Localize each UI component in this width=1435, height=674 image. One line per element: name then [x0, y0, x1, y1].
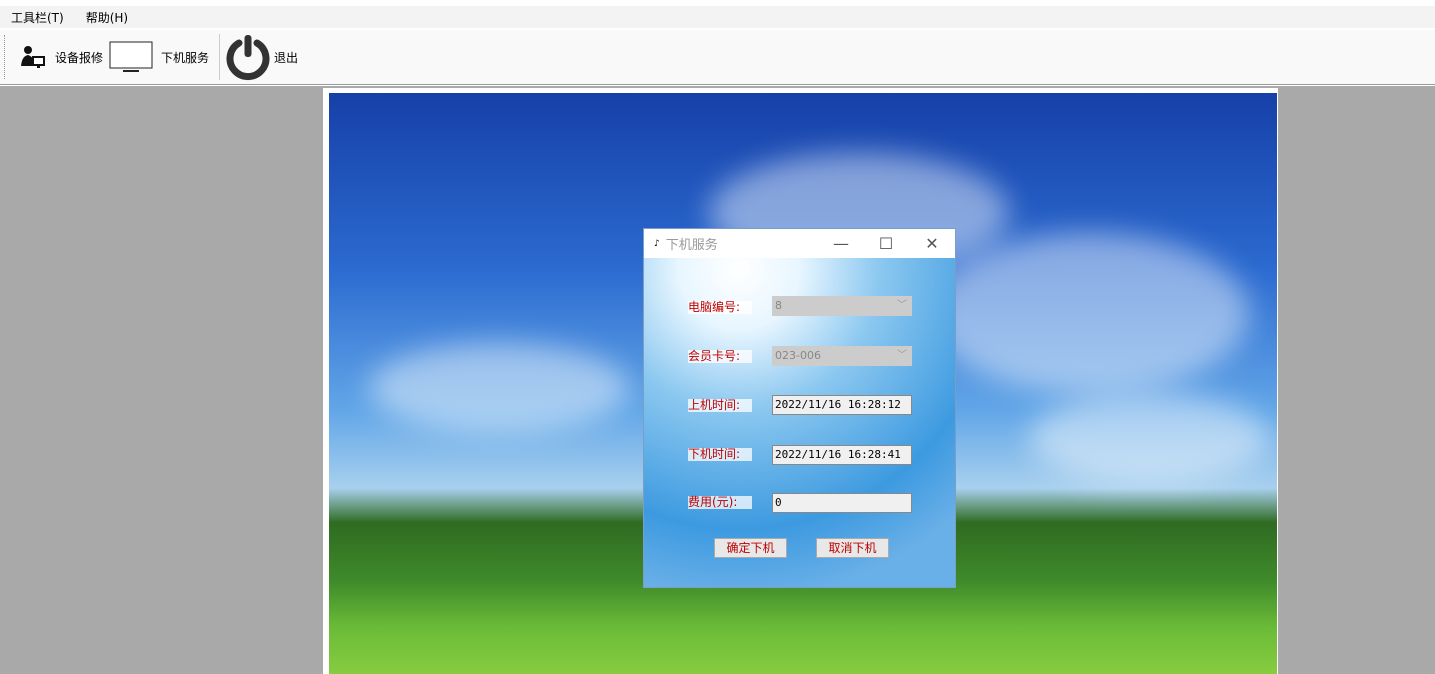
- repair-label: 设备报修: [55, 50, 104, 65]
- menu-help[interactable]: 帮助(H): [75, 9, 139, 26]
- card-number-value: 023-006: [775, 349, 821, 362]
- close-icon[interactable]: ✕: [909, 229, 955, 258]
- app-icon: ♪: [654, 238, 660, 249]
- repair-button[interactable]: 设备报修: [19, 33, 103, 81]
- toolbar-grip[interactable]: [4, 35, 7, 79]
- minimize-icon[interactable]: —: [818, 229, 864, 258]
- fee-label: 费用(元):: [688, 496, 752, 509]
- logout-service-label: 下机服务: [161, 50, 210, 65]
- end-time-field[interactable]: 2022/11/16 16:28:41: [772, 445, 912, 465]
- chevron-down-icon: ﹀: [897, 300, 907, 311]
- end-time-label: 下机时间:: [688, 448, 752, 461]
- logout-service-button[interactable]: 下机服务: [109, 33, 209, 81]
- start-time-field[interactable]: 2022/11/16 16:28:12: [772, 395, 912, 415]
- card-number-label: 会员卡号:: [688, 350, 752, 363]
- power-icon: [226, 35, 270, 81]
- pc-number-label: 电脑编号:: [688, 301, 752, 314]
- dialog-titlebar[interactable]: ♪ 下机服务 — ☐ ✕: [644, 229, 955, 258]
- menu-bar: 工具栏(T) 帮助(H): [0, 6, 1435, 28]
- logout-service-dialog: ♪ 下机服务 — ☐ ✕ 电脑编号: 8 ﹀ 会员卡号: 023-006 ﹀ 上机时…: [643, 228, 956, 588]
- confirm-logout-button[interactable]: 确定下机: [714, 538, 787, 558]
- card-number-select[interactable]: 023-006 ﹀: [772, 346, 912, 366]
- exit-button[interactable]: 退出: [224, 33, 298, 81]
- pc-number-select[interactable]: 8 ﹀: [772, 296, 912, 316]
- toolbar-separator: [219, 34, 221, 80]
- cancel-logout-button[interactable]: 取消下机: [816, 538, 889, 558]
- fee-field[interactable]: 0: [772, 493, 912, 513]
- dialog-title: 下机服务: [665, 238, 718, 253]
- chevron-down-icon: ﹀: [897, 350, 907, 361]
- monitor-icon: [109, 41, 153, 72]
- exit-label: 退出: [274, 50, 299, 65]
- maximize-icon[interactable]: ☐: [863, 229, 909, 258]
- start-time-label: 上机时间:: [688, 399, 752, 412]
- toolbar: 设备报修 下机服务 退出: [0, 30, 1435, 85]
- user-computer-icon: [21, 46, 45, 68]
- pc-number-value: 8: [775, 299, 782, 312]
- menu-toolbar[interactable]: 工具栏(T): [0, 9, 75, 26]
